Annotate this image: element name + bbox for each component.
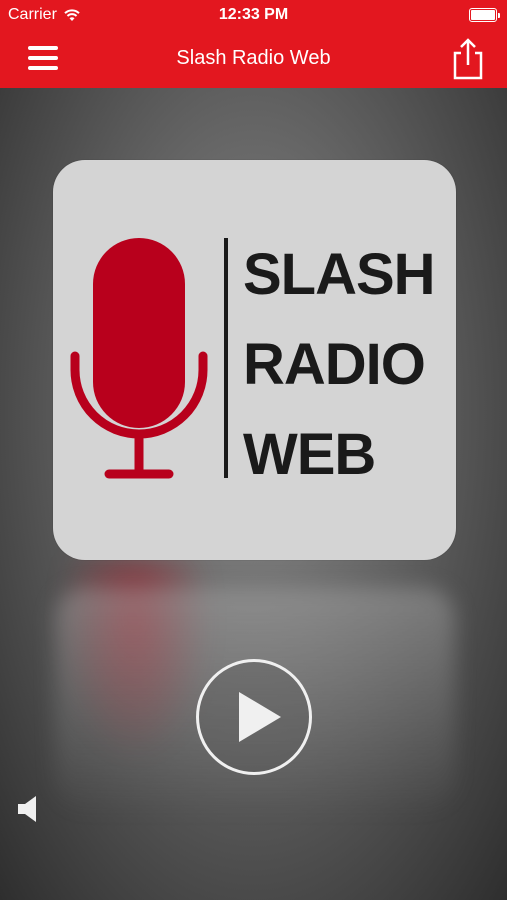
station-logo-text: SLASH RADIO WEB [243, 230, 443, 500]
logo-line-2: RADIO [243, 332, 426, 397]
share-button[interactable] [451, 36, 485, 80]
play-icon [239, 692, 281, 742]
play-button[interactable] [196, 659, 312, 775]
app-header: Carrier 12:33 PM Slash Radio Web [0, 0, 507, 88]
player-screen: SLASH RADIO WEB [0, 88, 507, 900]
battery-icon [469, 8, 500, 22]
status-time: 12:33 PM [218, 6, 289, 23]
logo-line-1: SLASH [243, 242, 436, 307]
share-icon [453, 38, 483, 80]
volume-button[interactable] [16, 794, 44, 824]
speaker-icon [18, 796, 36, 822]
navigation-bar: Slash Radio Web [0, 30, 507, 88]
status-bar: Carrier 12:33 PM [0, 0, 507, 30]
station-artwork: SLASH RADIO WEB [53, 160, 456, 560]
page-title: Slash Radio Web [176, 47, 331, 69]
logo-line-3: WEB [243, 422, 376, 487]
